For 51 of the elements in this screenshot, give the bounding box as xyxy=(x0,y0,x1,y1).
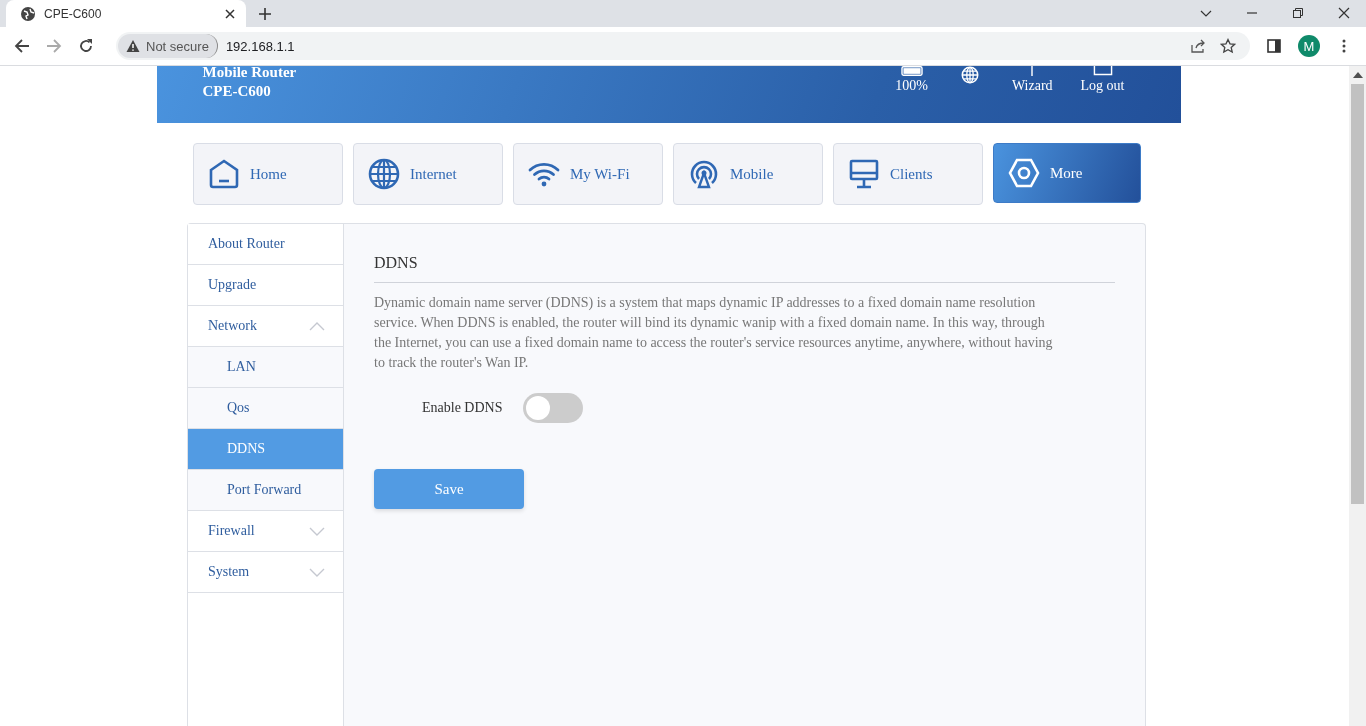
header-action-label[interactable]: Log out xyxy=(1080,78,1125,94)
hexagon-icon xyxy=(1008,157,1040,189)
restore-icon[interactable] xyxy=(1292,7,1304,19)
profile-avatar[interactable]: M xyxy=(1298,35,1320,57)
security-label: Not secure xyxy=(146,38,209,54)
tab-title: CPE-C600 xyxy=(44,6,103,21)
chevron-down-icon xyxy=(309,567,325,577)
header-action-label: 100% xyxy=(895,78,928,94)
product-line: Mobile Router xyxy=(202,66,297,82)
close-icon[interactable] xyxy=(1338,7,1350,19)
section-title: DDNS xyxy=(374,254,1115,283)
toggle-label: Enable DDNS xyxy=(422,400,503,416)
nav-tile[interactable]: Clients xyxy=(833,143,983,205)
nav-tile[interactable]: Home xyxy=(193,143,343,205)
back-arrow-icon[interactable] xyxy=(14,38,30,54)
house-icon xyxy=(208,158,240,190)
sidebar-subitem[interactable]: LAN xyxy=(188,347,343,388)
chevron-down-icon xyxy=(309,526,325,536)
sidebar-subitem[interactable]: Port Forward xyxy=(188,470,343,511)
antenna-icon xyxy=(688,158,720,190)
security-chip[interactable]: Not secure xyxy=(118,34,218,58)
globe-icon xyxy=(368,158,400,190)
scrollbar[interactable] xyxy=(1349,66,1366,726)
scrollbar-thumb[interactable] xyxy=(1351,84,1364,504)
nav-tile[interactable]: More xyxy=(993,143,1141,203)
warning-icon xyxy=(126,39,140,53)
toggle-switch[interactable] xyxy=(522,393,583,423)
star-icon[interactable] xyxy=(1220,38,1236,54)
url-text: 192.168.1.1 xyxy=(225,38,295,54)
chevron-up-icon xyxy=(309,321,325,331)
header-action-label[interactable]: Wizard xyxy=(1011,78,1053,94)
monitor-icon xyxy=(848,158,880,190)
sidebar-item[interactable]: Firewall xyxy=(188,511,343,552)
nav-tile[interactable]: My Wi-Fi xyxy=(513,143,663,205)
scroll-up-icon[interactable] xyxy=(1352,72,1363,78)
share-icon[interactable] xyxy=(1190,38,1206,54)
globe-icon xyxy=(20,5,36,22)
description-text: Dynamic domain name server (DDNS) is a system that maps dynamic IP addresses to a fixed domain name resolution service. When DDNS is enabled, the router will bind its dynamic wanip with a fixed domain name. In this way, through the Internet, you can use a fixed domain name to access the router's service resources anytime, anywhere, without having to track the router's Wan IP. xyxy=(374,294,1054,372)
nav-tile[interactable]: Mobile xyxy=(673,143,823,205)
model-name: CPE-C600 xyxy=(202,82,272,101)
reload-icon[interactable] xyxy=(78,38,94,54)
sidebar-item[interactable]: About Router xyxy=(188,224,343,265)
side-panel-icon[interactable] xyxy=(1266,38,1282,54)
sidebar-item[interactable]: System xyxy=(188,552,343,593)
new-tab-icon[interactable] xyxy=(258,7,272,21)
close-icon[interactable] xyxy=(224,7,236,20)
address-bar[interactable]: Not secure 192.168.1.1 xyxy=(116,32,1250,60)
sidebar-subitem[interactable]: Qos xyxy=(188,388,343,429)
browser-tab[interactable]: CPE-C600 xyxy=(6,0,246,27)
sidebar-item[interactable]: Upgrade xyxy=(188,265,343,306)
nav-tile[interactable]: Internet xyxy=(353,143,503,205)
